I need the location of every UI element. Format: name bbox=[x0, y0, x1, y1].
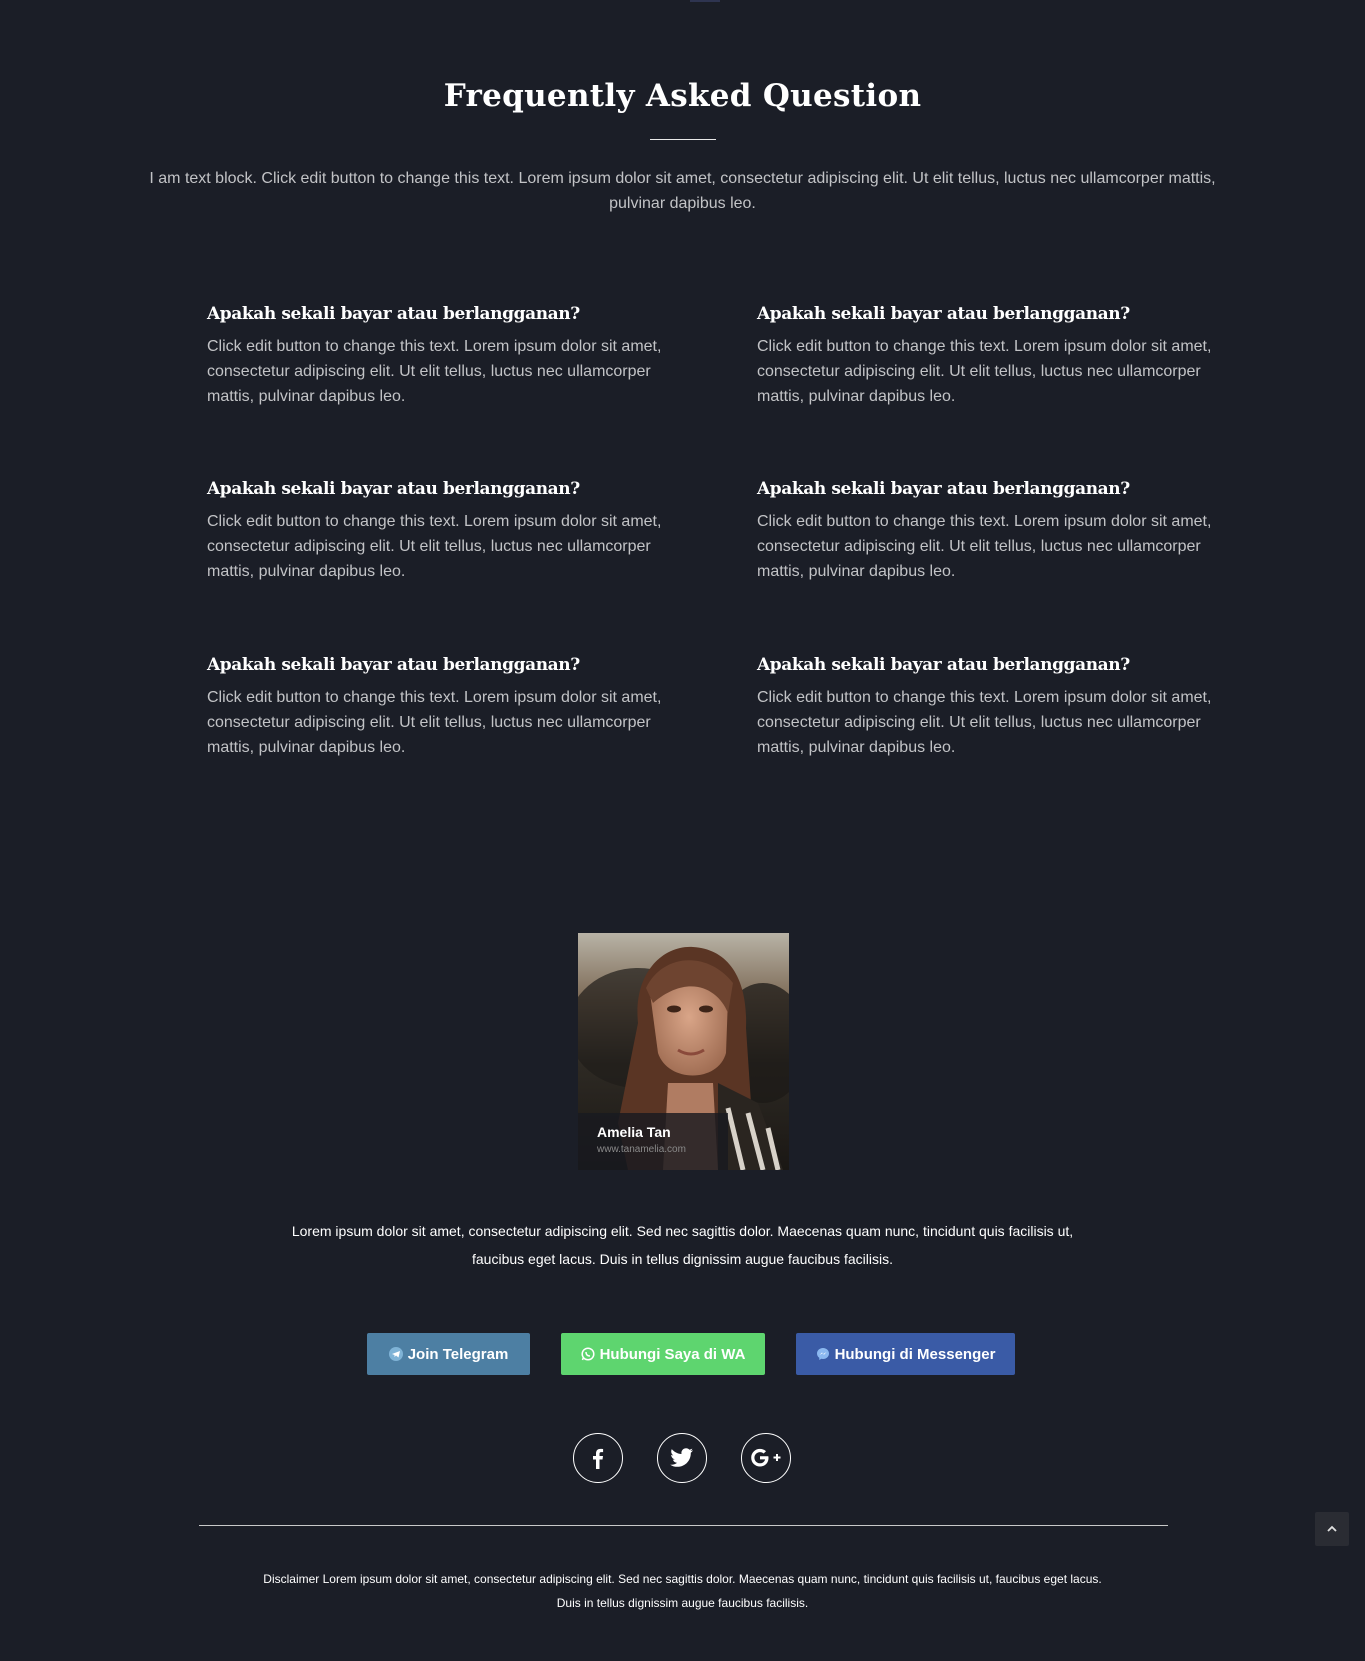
faq-question: Apakah sekali bayar atau berlangganan? bbox=[207, 304, 580, 324]
footer-divider bbox=[199, 1525, 1168, 1526]
faq-item: Apakah sekali bayar atau berlangganan? C… bbox=[207, 479, 687, 584]
profile-caption: Amelia Tan www.tanamelia.com bbox=[578, 1113, 728, 1170]
faq-answer: Click edit button to change this text. L… bbox=[757, 338, 1212, 405]
google-plus-link[interactable] bbox=[741, 1433, 791, 1483]
chevron-up-icon bbox=[1327, 1525, 1337, 1532]
header-edge bbox=[690, 0, 720, 2]
facebook-icon bbox=[593, 1448, 604, 1469]
faq-title: Frequently Asked Question bbox=[443, 78, 922, 114]
telegram-icon bbox=[388, 1347, 403, 1361]
join-telegram-button[interactable]: Join Telegram bbox=[367, 1333, 530, 1375]
faq-intro: I am text block. Click edit button to ch… bbox=[149, 170, 1216, 212]
about-text: Lorem ipsum dolor sit amet, consectetur … bbox=[291, 1223, 1074, 1267]
whatsapp-icon bbox=[581, 1347, 595, 1361]
whatsapp-label: Hubungi Saya di WA bbox=[599, 1345, 746, 1363]
faq-question: Apakah sekali bayar atau berlangganan? bbox=[207, 479, 580, 499]
scroll-to-top-button[interactable] bbox=[1315, 1512, 1349, 1546]
faq-answer: Click edit button to change this text. L… bbox=[757, 513, 1212, 580]
profile-website: www.tanamelia.com bbox=[597, 1144, 686, 1155]
faq-answer: Click edit button to change this text. L… bbox=[207, 513, 662, 580]
messenger-button[interactable]: Hubungi di Messenger bbox=[796, 1333, 1015, 1375]
faq-question: Apakah sekali bayar atau berlangganan? bbox=[757, 304, 1130, 324]
facebook-link[interactable] bbox=[573, 1433, 623, 1483]
google-plus-icon bbox=[751, 1448, 781, 1467]
faq-item: Apakah sekali bayar atau berlangganan? C… bbox=[757, 655, 1237, 760]
faq-answer: Click edit button to change this text. L… bbox=[207, 338, 662, 405]
faq-item: Apakah sekali bayar atau berlangganan? C… bbox=[207, 655, 687, 760]
faq-question: Apakah sekali bayar atau berlangganan? bbox=[757, 655, 1130, 675]
faq-question: Apakah sekali bayar atau berlangganan? bbox=[757, 479, 1130, 499]
twitter-link[interactable] bbox=[657, 1433, 707, 1483]
faq-item: Apakah sekali bayar atau berlangganan? C… bbox=[757, 479, 1237, 584]
faq-item: Apakah sekali bayar atau berlangganan? C… bbox=[207, 304, 687, 409]
faq-answer: Click edit button to change this text. L… bbox=[207, 689, 662, 756]
messenger-label: Hubungi di Messenger bbox=[834, 1345, 996, 1363]
profile-name: Amelia Tan bbox=[597, 1124, 671, 1140]
disclaimer-text: Disclaimer Lorem ipsum dolor sit amet, c… bbox=[263, 1572, 1102, 1610]
title-divider bbox=[650, 139, 716, 140]
join-telegram-label: Join Telegram bbox=[407, 1345, 509, 1363]
profile-card: Amelia Tan www.tanamelia.com bbox=[578, 933, 789, 1170]
whatsapp-button[interactable]: Hubungi Saya di WA bbox=[561, 1333, 765, 1375]
faq-item: Apakah sekali bayar atau berlangganan? C… bbox=[757, 304, 1237, 409]
faq-answer: Click edit button to change this text. L… bbox=[757, 689, 1212, 756]
messenger-icon bbox=[816, 1347, 830, 1361]
twitter-icon bbox=[670, 1448, 693, 1467]
faq-question: Apakah sekali bayar atau berlangganan? bbox=[207, 655, 580, 675]
